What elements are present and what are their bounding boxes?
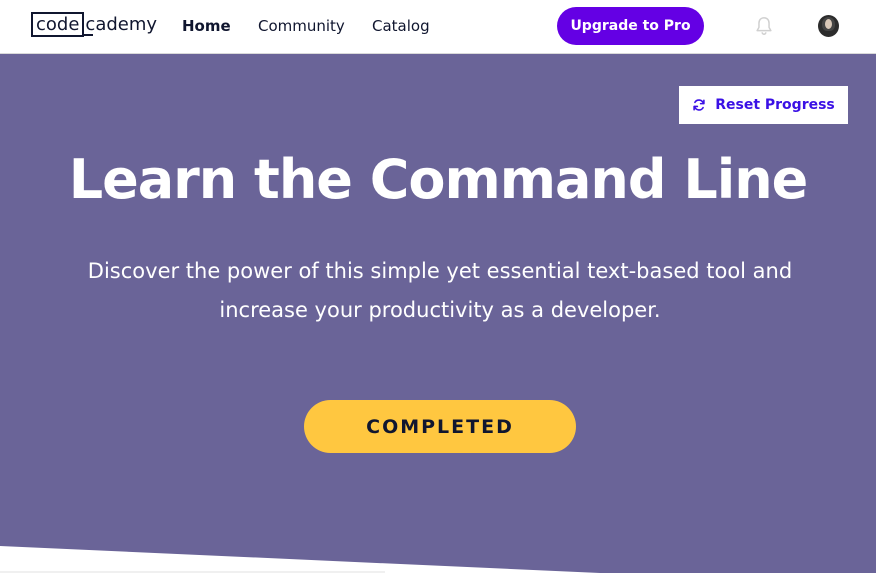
codecademy-logo[interactable]: code cademy — [31, 12, 157, 37]
nav-community-link[interactable]: Community — [258, 16, 345, 36]
reset-progress-button[interactable]: Reset Progress — [679, 86, 848, 124]
logo-text: cademy — [83, 14, 158, 36]
logo-boxed-text: code — [31, 12, 85, 37]
bell-icon[interactable] — [753, 15, 775, 37]
course-description: Discover the power of this simple yet es… — [40, 252, 840, 330]
nav-catalog-link[interactable]: Catalog — [372, 16, 430, 36]
user-avatar[interactable] — [818, 15, 839, 37]
course-description-line-1: Discover the power of this simple yet es… — [87, 259, 793, 283]
top-navigation-bar: code cademy Home Community Catalog Upgra… — [0, 0, 876, 54]
avatar-face — [825, 19, 832, 29]
nav-home-link[interactable]: Home — [182, 16, 231, 36]
refresh-icon — [693, 99, 705, 111]
course-description-line-2: increase your productivity as a develope… — [219, 298, 661, 322]
course-title: Learn the Command Line — [68, 148, 809, 211]
reset-progress-label: Reset Progress — [715, 97, 835, 113]
upgrade-to-pro-button[interactable]: Upgrade to Pro — [557, 7, 704, 45]
completed-status-button[interactable]: COMPLETED — [304, 400, 576, 453]
